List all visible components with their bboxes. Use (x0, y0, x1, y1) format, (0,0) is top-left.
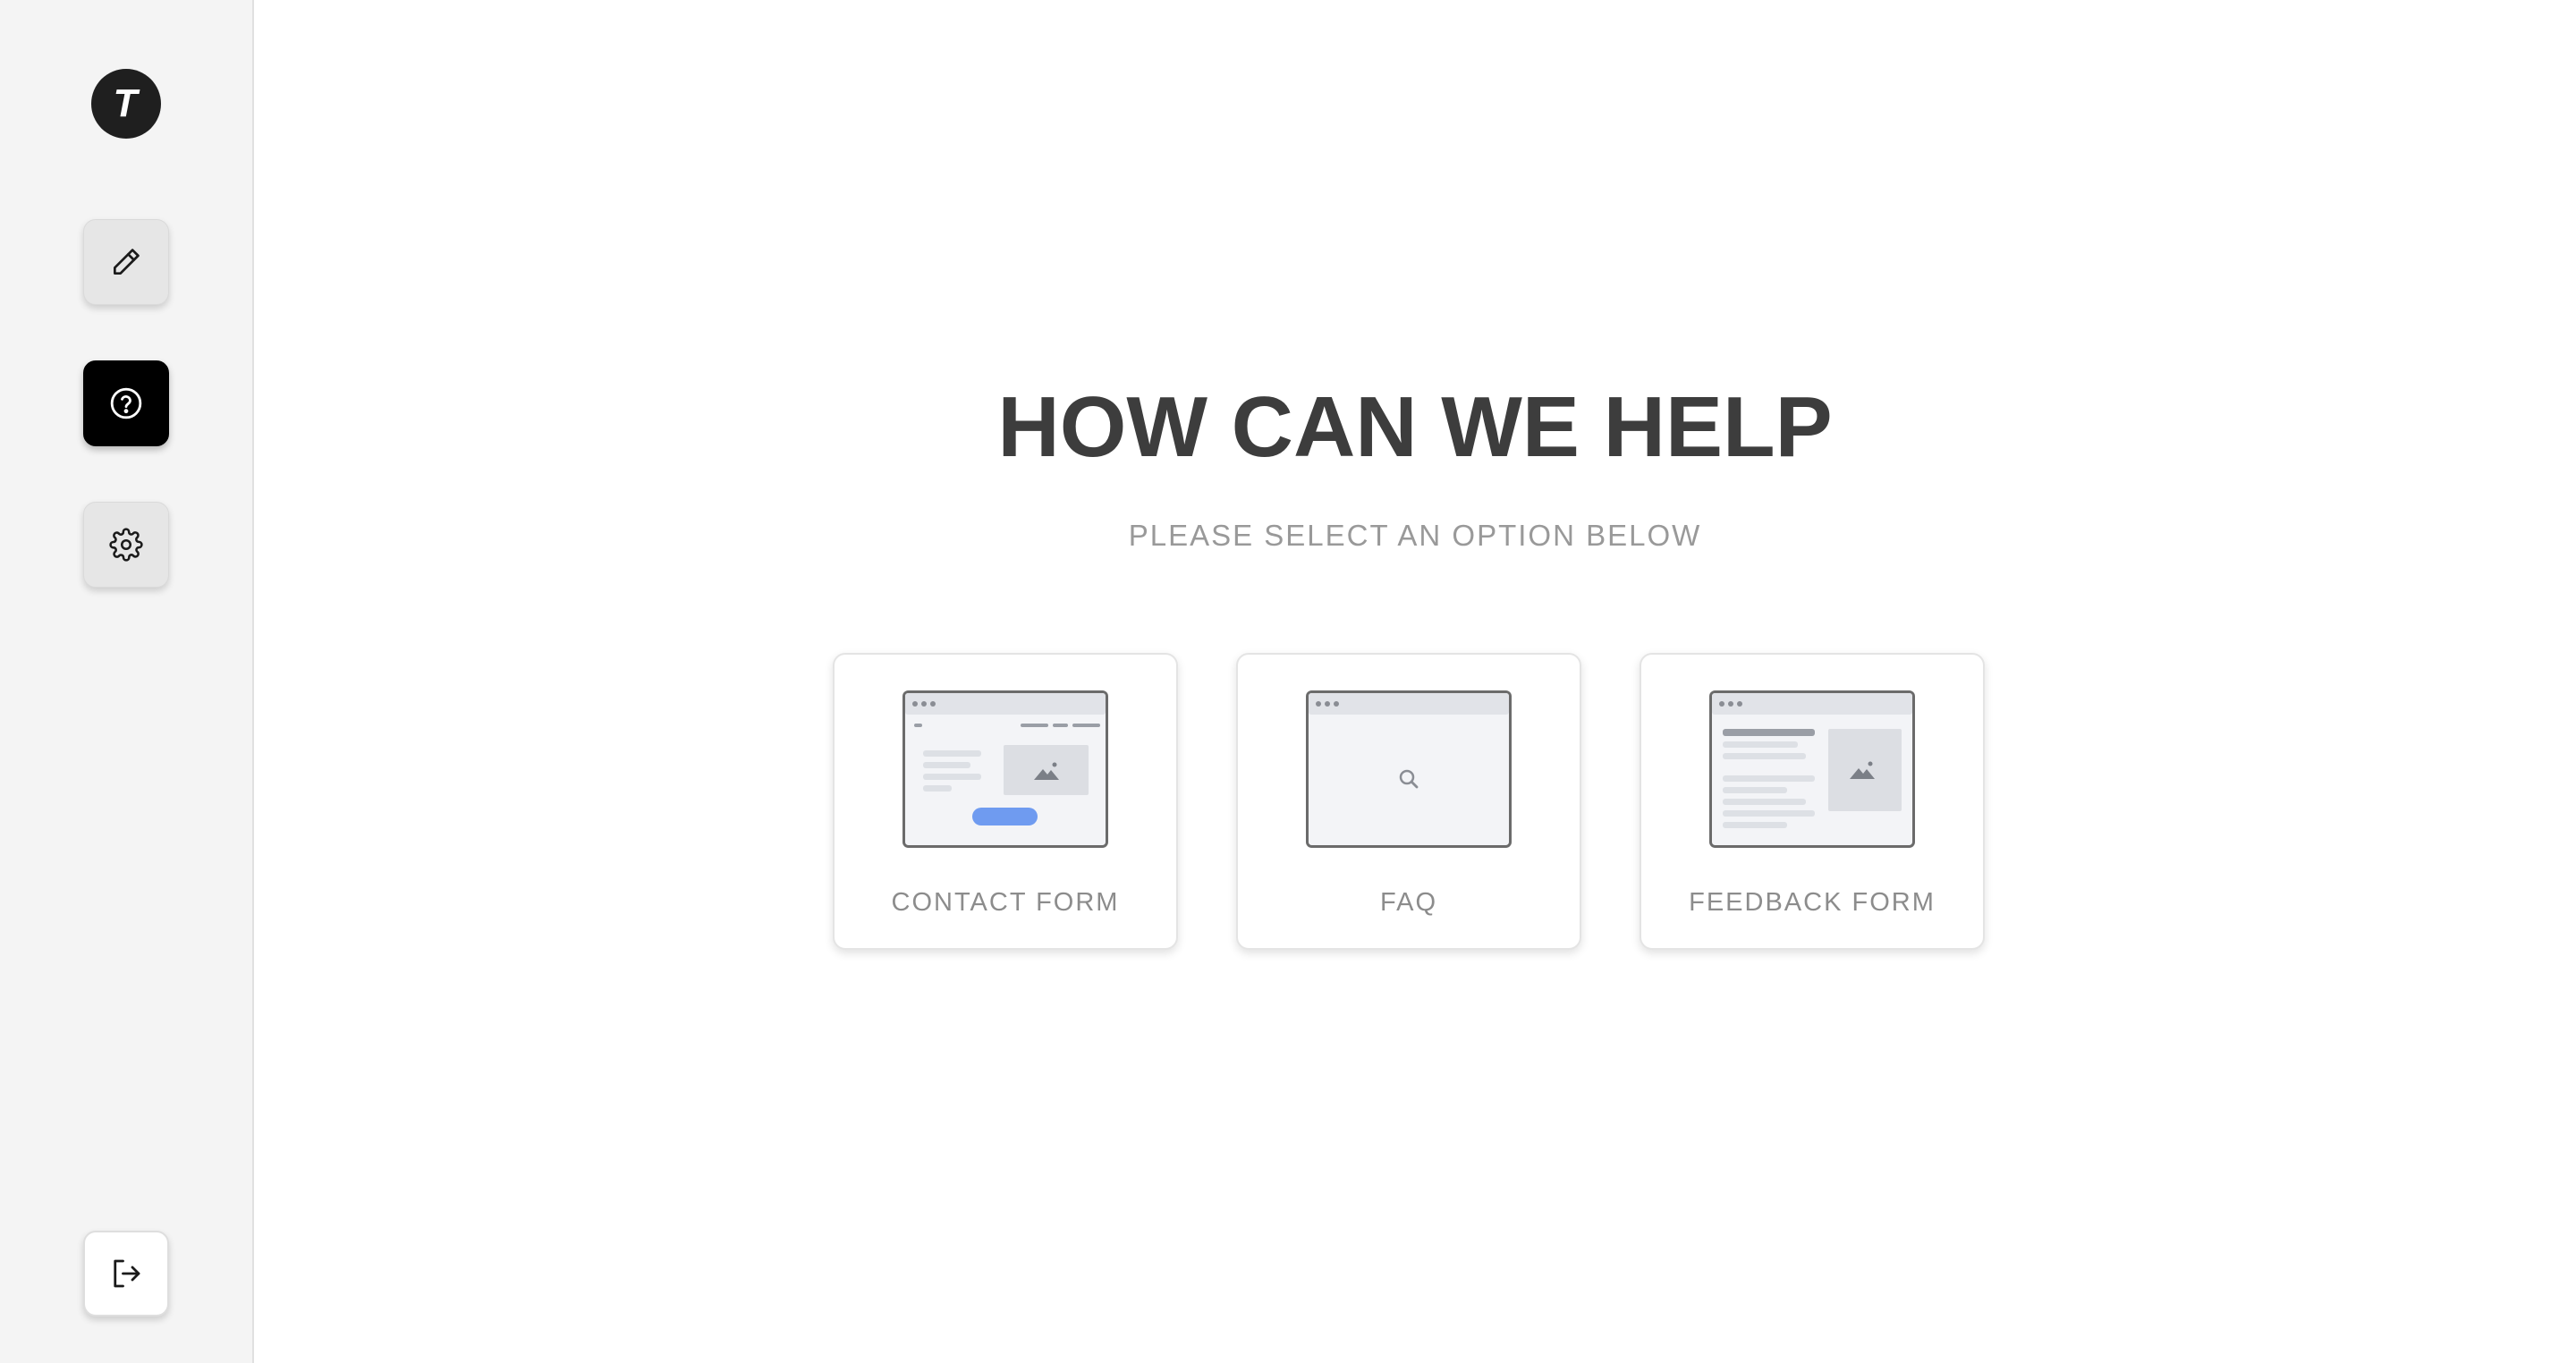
pencil-icon (113, 249, 140, 275)
gear-icon (109, 528, 143, 562)
sidebar: T (0, 0, 254, 1363)
settings-button[interactable] (83, 502, 169, 588)
faq-label: FAQ (1379, 888, 1437, 917)
faq-card[interactable]: FAQ (1236, 653, 1581, 950)
logo-letter: T (113, 81, 138, 125)
contact-form-label: CONTACT FORM (891, 888, 1120, 917)
logout-button[interactable] (83, 1231, 169, 1316)
main-content: HOW CAN WE HELP PLEASE SELECT AN OPTION … (254, 0, 2576, 1363)
feedback-form-label: FEEDBACK FORM (1689, 888, 1936, 917)
help-circle-icon (110, 387, 142, 419)
faq-search-illustration-icon (1306, 690, 1512, 848)
page-title: HOW CAN WE HELP (997, 379, 1833, 475)
feedback-form-card[interactable]: FEEDBACK FORM (1640, 653, 1985, 950)
edit-button[interactable] (83, 219, 169, 305)
brand-logo[interactable]: T (91, 69, 161, 139)
logout-icon (114, 1259, 140, 1288)
contact-form-illustration-icon (902, 690, 1108, 848)
page-subtitle: PLEASE SELECT AN OPTION BELOW (1128, 519, 1702, 552)
feedback-form-illustration-icon (1709, 690, 1915, 848)
contact-form-card[interactable]: CONTACT FORM (833, 653, 1178, 950)
help-button[interactable] (83, 360, 169, 446)
app-root: T HOW CAN WE HELP PLEASE SELECT AN OPTIO… (0, 0, 2576, 1363)
